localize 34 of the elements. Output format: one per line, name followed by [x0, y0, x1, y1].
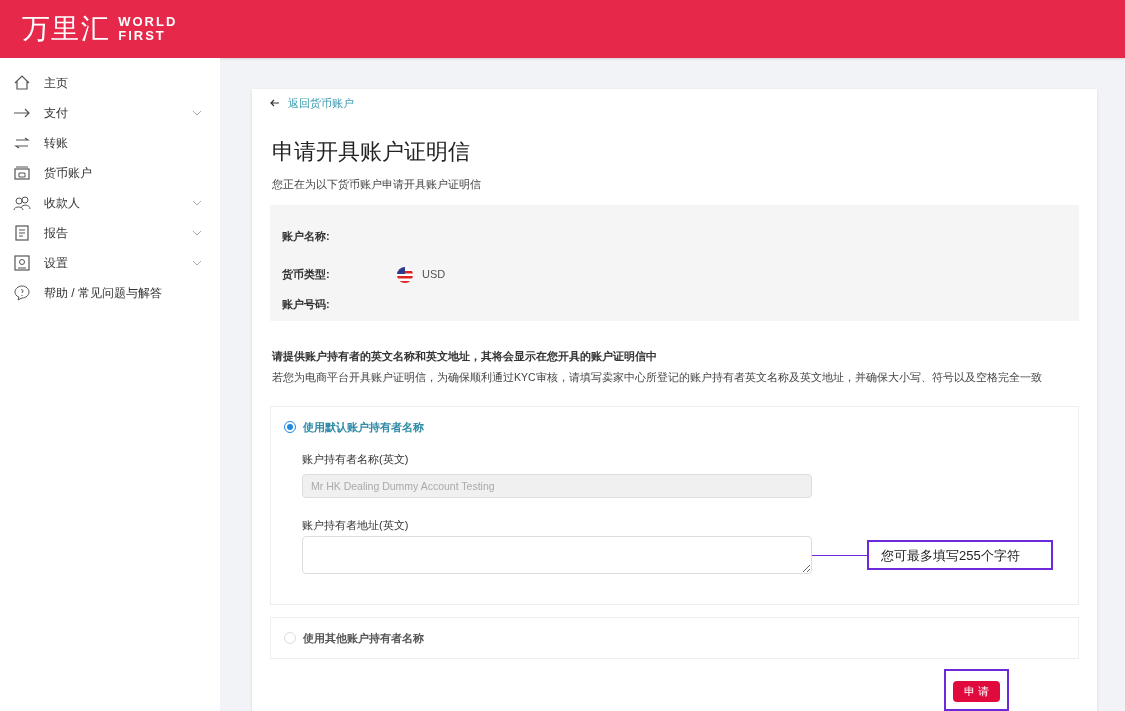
people-icon — [13, 194, 31, 212]
sidebar-item[interactable]: 支付 — [0, 98, 220, 128]
help-icon — [13, 284, 31, 302]
sidebar-item[interactable]: 报告 — [0, 218, 220, 248]
instruction-note: 若您为电商平台开具账户证明信，为确保顺利通过KYC审核，请填写卖家中心所登记的账户持有者英文名称及英文地址，并确保大小写、符号以及空格完全一致 — [272, 370, 1043, 385]
back-arrow-icon — [270, 98, 280, 108]
settings-icon — [13, 254, 31, 272]
info-label: 账户号码: — [282, 297, 331, 313]
leader-line — [812, 554, 867, 556]
sidebar-item[interactable]: 收款人 — [0, 188, 220, 218]
field-label: 账户持有者地址(英文) — [302, 517, 410, 533]
wallet-icon — [13, 164, 31, 182]
sidebar-item[interactable]: 主页 — [0, 68, 220, 98]
sidebar-item[interactable]: 帮助 / 常见问题与解答 — [0, 278, 220, 308]
sidebar-item[interactable]: 设置 — [0, 248, 220, 278]
submit-button[interactable]: 申 请 — [953, 681, 1000, 702]
radio-option[interactable]: 使用默认账户持有者名称 — [284, 418, 1065, 436]
document-icon — [13, 224, 31, 242]
sidebar-item[interactable]: 转账 — [0, 128, 220, 158]
logo-wordmark: WORLD FIRST — [118, 15, 178, 43]
address-field[interactable] — [302, 536, 812, 575]
sidebar-item[interactable]: 货币账户 — [0, 158, 220, 188]
currency-code: USD — [422, 267, 446, 283]
page-title: 申请开具账户证明信 — [272, 138, 471, 166]
callout-note: 您可最多填写255个字符 — [867, 540, 1053, 571]
page-subtitle: 您正在为以下货币账户申请开具账户证明信 — [272, 177, 482, 192]
info-label: 账户名称: — [282, 229, 331, 245]
instruction-heading: 请提供账户持有者的英文名称和英文地址，其将会显示在您开具的账户证明信中 — [272, 348, 658, 364]
flag-icon — [396, 265, 414, 284]
logo-text: 万里汇 — [22, 15, 111, 43]
field-label: 账户持有者名称(英文) — [302, 452, 410, 468]
home-icon — [13, 74, 31, 92]
radio-option[interactable]: 使用其他账户持有者名称 — [284, 630, 424, 647]
info-label: 货币类型: — [282, 267, 331, 283]
